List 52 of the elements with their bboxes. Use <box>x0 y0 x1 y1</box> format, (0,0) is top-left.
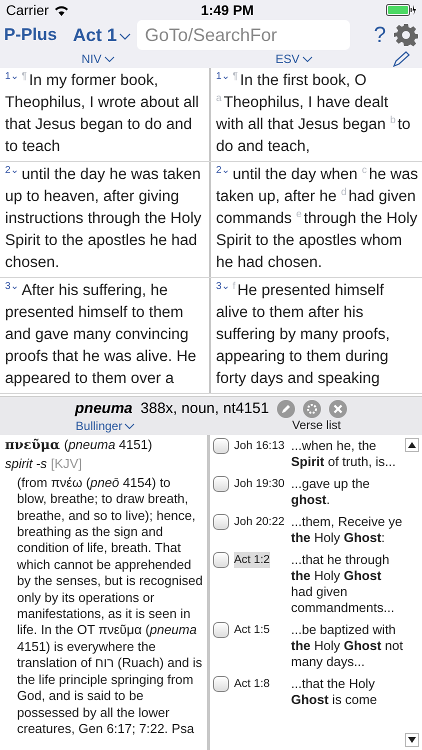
scroll-up-button[interactable] <box>405 438 419 452</box>
verse-reference[interactable]: Act 1:2 <box>234 552 270 568</box>
verse-snippet: ...gave up the ghost. <box>291 476 371 508</box>
settings-icon[interactable] <box>302 400 321 418</box>
help-button[interactable]: ? <box>372 22 388 48</box>
verse-list-title: Verse list <box>292 419 341 433</box>
headword-note: (pneuma 4151) <box>64 437 152 452</box>
scroll-down-button[interactable] <box>405 733 419 747</box>
verse-reference[interactable]: Joh 19:30 <box>234 476 285 492</box>
verse-text: $^{2⌄}$ until the day he was taken up to heaven, after giving instructions through the Holy Spirit to the apostles he had chosen. <box>5 164 202 273</box>
verse-reference[interactable]: Act 1:8 <box>234 676 270 692</box>
triangle-up-icon <box>408 442 416 448</box>
checkbox[interactable] <box>213 622 229 638</box>
battery-icon <box>386 4 416 16</box>
triangle-down-icon <box>408 737 416 743</box>
version-dropdown[interactable]: NIV <box>81 52 114 66</box>
word-title: pneuma <box>75 400 133 417</box>
verse-text: $^{2⌄}$ until the day when $^{c}$he was taken up, after he $^{d}$had given commands $^{e}$through the Holy Spirit to the apostles whom he had chosen. <box>216 164 418 273</box>
verse-snippet: ...that he through the Holy Ghost had given commandments... <box>291 552 396 616</box>
verse-reference[interactable]: Joh 16:13 <box>234 438 285 454</box>
word-info: 388x, noun, nt4151 <box>140 400 269 417</box>
chevron-down-icon <box>118 32 131 40</box>
lexicon-dropdown[interactable]: Bullinger <box>76 419 136 433</box>
checkbox[interactable] <box>213 476 229 492</box>
verse-reference[interactable]: Joh 20:22 <box>234 514 285 530</box>
book-chapter-dropdown[interactable]: Act 1 <box>72 24 131 46</box>
checkbox[interactable] <box>213 438 229 454</box>
close-icon[interactable] <box>328 400 347 418</box>
checkbox[interactable] <box>213 676 229 692</box>
verse-snippet: ...that the Holy Ghost is come <box>291 676 378 708</box>
pencil-icon[interactable] <box>392 51 410 67</box>
verse-snippet: ...be baptized with the Holy Ghost not many days... <box>291 622 404 670</box>
chevron-down-icon <box>124 423 136 430</box>
search-field[interactable]: GoTo/SearchFor <box>136 20 350 50</box>
wifi-icon <box>54 4 69 16</box>
clock-time: 1:49 PM <box>200 2 254 18</box>
version-dropdown[interactable]: ESV <box>275 52 312 66</box>
chevron-down-icon <box>104 56 114 63</box>
verse-text: $^{3⌄}$ After his suffering, he presented himself to them and gave many convincing proofs that he was alive. He appeared to them over a <box>5 280 198 389</box>
app-title: P-Plus <box>4 25 57 45</box>
carrier-label: Carrier <box>6 2 49 18</box>
verse-reference[interactable]: Act 1:5 <box>234 622 270 638</box>
source-label: [KJV] <box>50 456 82 472</box>
checkbox[interactable] <box>213 514 229 530</box>
greek-headword: πνεῦμα <box>5 438 60 453</box>
gloss-text: spirit -s <box>5 456 47 472</box>
checkbox[interactable] <box>213 552 229 568</box>
settings-icon[interactable] <box>394 23 418 47</box>
chevron-down-icon <box>302 56 312 63</box>
verse-snippet: ...when he, the Spirit of truth, is... <box>291 438 397 470</box>
edit-icon[interactable] <box>276 400 295 418</box>
verse-snippet: ...them, Receive ye the Holy Ghost: <box>291 514 404 546</box>
